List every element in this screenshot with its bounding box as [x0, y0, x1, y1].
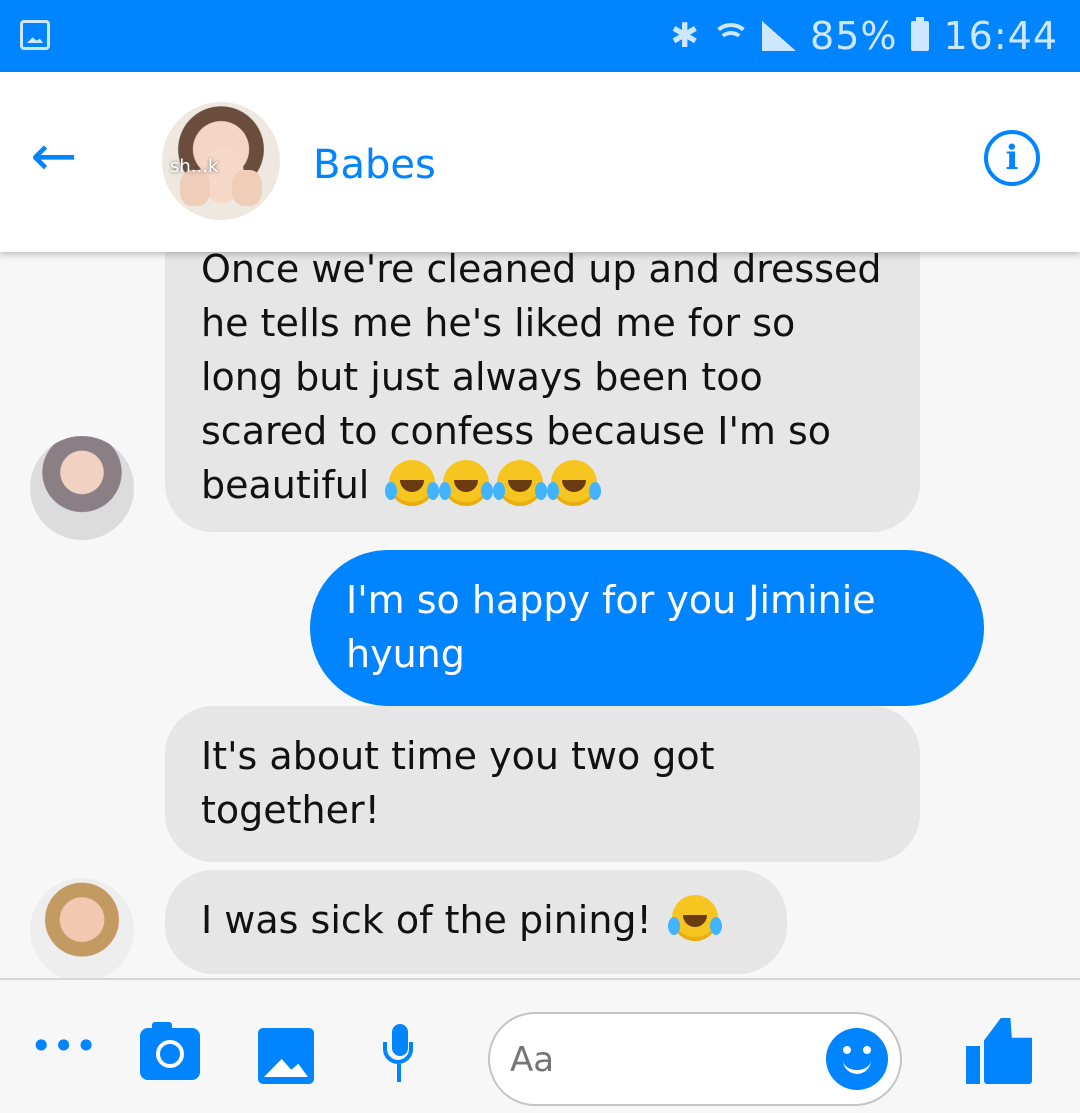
- sender-avatar[interactable]: [30, 878, 134, 978]
- crying-laughing-emoji-icon: [547, 460, 598, 506]
- message-text: Once we're cleaned up and dressed he tel…: [201, 252, 882, 507]
- wifi-icon: [712, 21, 751, 51]
- back-arrow-icon[interactable]: ←: [24, 127, 84, 187]
- conversation-header: ← sh...k Babes i: [0, 72, 1080, 252]
- message-text: I'm so happy for you Jiminie hyung: [346, 578, 876, 676]
- message-input[interactable]: [508, 1036, 772, 1084]
- outgoing-message[interactable]: I'm so happy for you Jiminie hyung: [310, 550, 984, 706]
- incoming-message[interactable]: I was sick of the pining!: [165, 870, 787, 974]
- message-composer: •••: [0, 980, 1080, 1113]
- status-bar: ✱ 85% 16:44: [0, 0, 1080, 72]
- contact-avatar[interactable]: sh...k: [162, 102, 280, 220]
- laughing-emoji-icon: [667, 895, 718, 941]
- message-text: It's about time you two got together!: [201, 734, 715, 832]
- crying-laughing-emoji-icon: [439, 460, 490, 506]
- contact-name[interactable]: Babes: [313, 142, 436, 188]
- clock: 16:44: [943, 14, 1058, 58]
- message-list[interactable]: Once we're cleaned up and dressed he tel…: [0, 252, 1080, 978]
- crying-laughing-emoji-icon: [385, 460, 436, 506]
- microphone-icon[interactable]: [383, 1024, 415, 1082]
- camera-icon[interactable]: [140, 1022, 200, 1080]
- battery-percent: 85%: [810, 14, 898, 58]
- incoming-message[interactable]: Once we're cleaned up and dressed he tel…: [165, 252, 920, 532]
- signal-icon: [762, 21, 797, 51]
- sender-avatar[interactable]: [30, 436, 134, 540]
- battery-icon: [911, 17, 930, 51]
- bluetooth-icon: ✱: [670, 16, 701, 56]
- status-indicators: ✱ 85% 16:44: [671, 12, 1058, 60]
- incoming-message[interactable]: It's about time you two got together!: [165, 706, 920, 862]
- avatar-hand-right: [232, 170, 262, 206]
- like-icon[interactable]: [966, 1018, 1032, 1084]
- more-icon[interactable]: •••: [30, 1027, 97, 1065]
- crying-laughing-emoji-icon: [493, 460, 544, 506]
- message-text: I was sick of the pining!: [201, 898, 652, 942]
- gallery-icon[interactable]: [258, 1028, 314, 1084]
- emoji-icon[interactable]: [826, 1028, 888, 1090]
- gallery-notification-icon: [20, 20, 50, 50]
- info-icon[interactable]: i: [984, 130, 1040, 186]
- avatar-tag: sh...k: [170, 156, 219, 177]
